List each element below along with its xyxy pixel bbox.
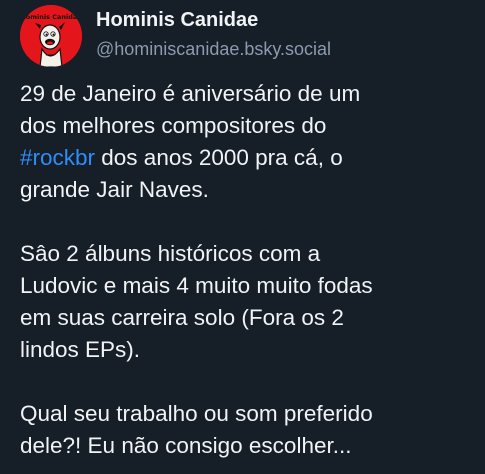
post-line: 29 de Janeiro é aniversário de um xyxy=(20,81,361,106)
post-line: #rockbr dos anos 2000 pra cá, o xyxy=(20,142,480,174)
post-card: Hominis Canidae Hominis Canidae @hominis… xyxy=(0,0,485,474)
hashtag-link-rockbr[interactable]: #rockbr xyxy=(20,145,95,170)
post-line: grande Jair Naves. xyxy=(20,177,209,202)
post-line: dos melhores compositores do xyxy=(20,113,327,138)
avatar-lettering: Hominis Canidae xyxy=(20,13,82,21)
post-line: lindos EPs). xyxy=(20,337,141,362)
post-text: 29 de Janeiro é aniversário de um dos me… xyxy=(20,78,480,462)
post-line: Ludovic e mais 4 muito muito fodas xyxy=(20,273,373,298)
post-line: Qual seu trabalho ou som preferido xyxy=(20,401,373,426)
author-handle[interactable]: @hominiscanidae.bsky.social xyxy=(96,38,331,60)
post-line: dele?! Eu não consigo escolher... xyxy=(20,433,352,458)
dog-cartoon-avatar-icon: Hominis Canidae xyxy=(20,5,82,67)
post-line: Sâo 2 álbuns históricos com a xyxy=(20,241,321,266)
post-line-rest: dos anos 2000 pra cá, o xyxy=(95,145,343,170)
avatar[interactable]: Hominis Canidae xyxy=(20,5,82,67)
author-display-name[interactable]: Hominis Canidae xyxy=(96,8,258,32)
post-line: em suas carreira solo (Fora os 2 xyxy=(20,305,344,330)
